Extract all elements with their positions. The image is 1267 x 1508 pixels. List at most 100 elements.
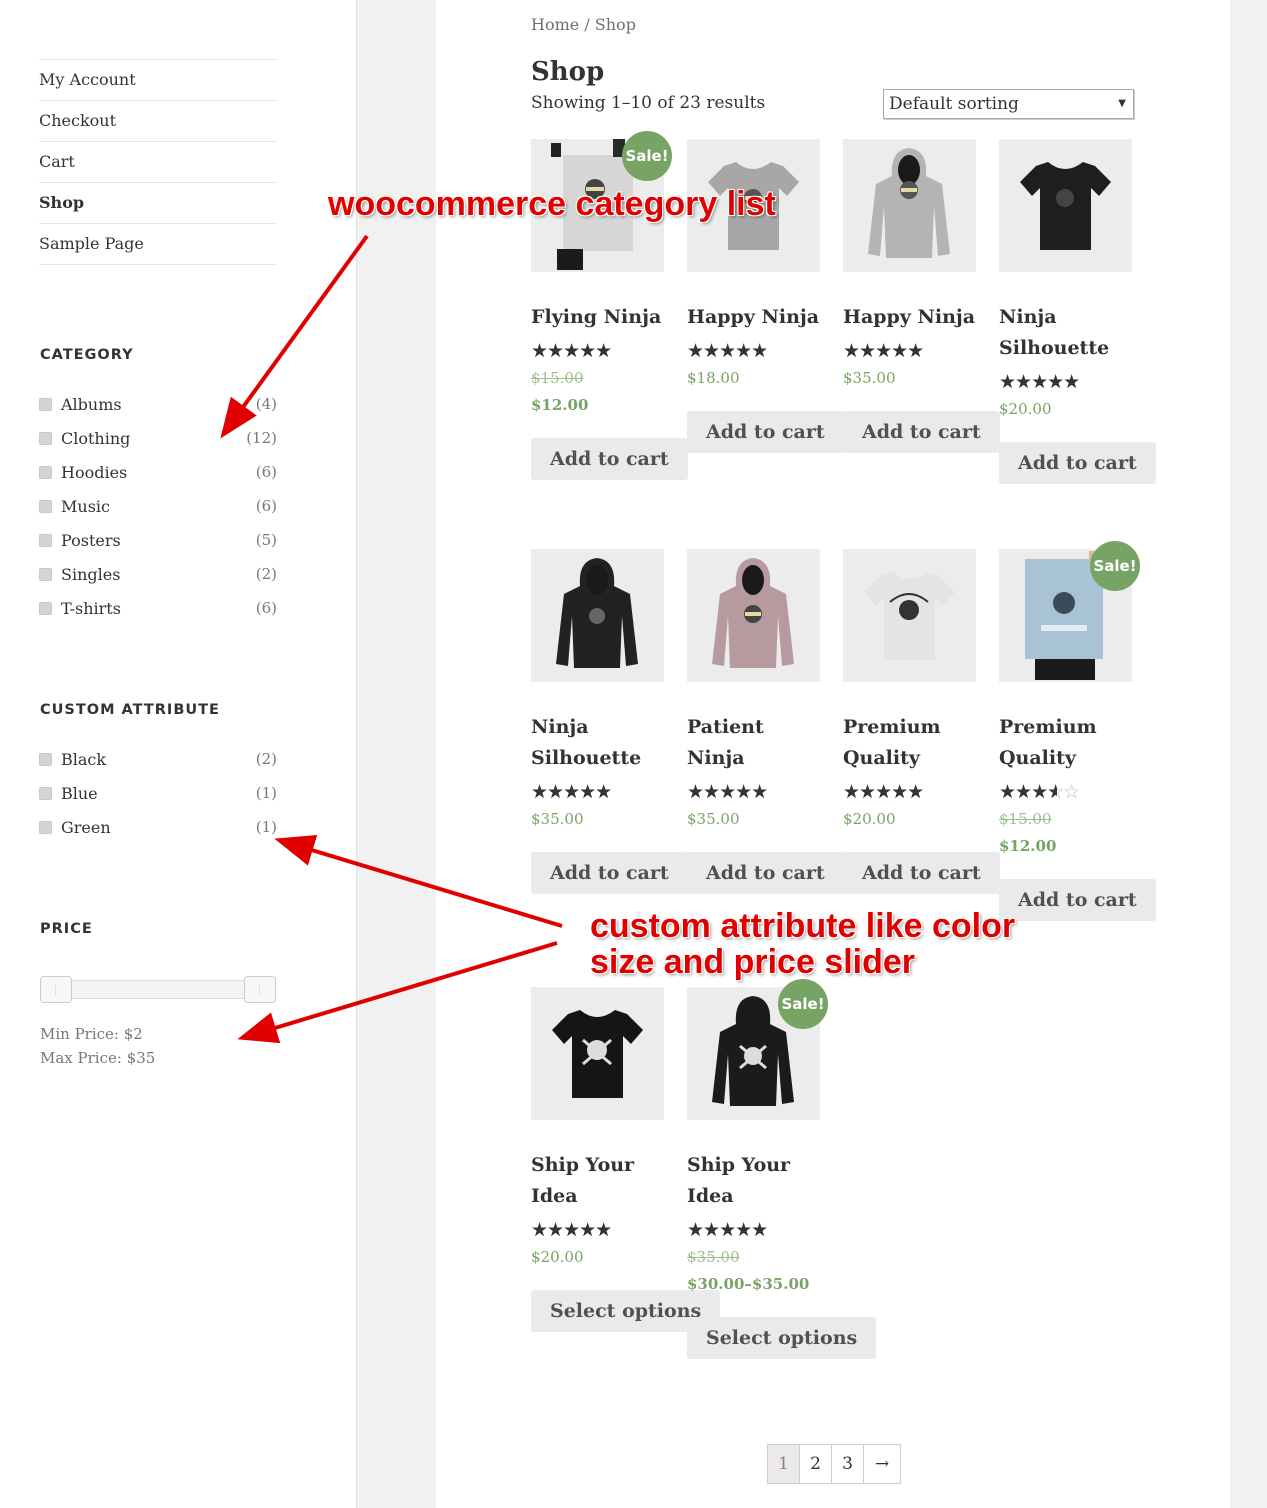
filter-count: (2) [255,565,277,583]
price: $20.00 [999,400,1052,418]
product-title[interactable]: Flying Ninja [531,302,671,333]
tshirt-skull-icon [550,1002,645,1106]
product-card: Sale! Premium Quality ☆☆☆☆☆★★★★★ $15.00 $12.… [999,541,1156,921]
star-rating-icon: ☆☆☆☆☆★★★★★ [999,781,1080,803]
product-price: $18.00 [687,369,833,388]
price-widget-title: PRICE [40,921,93,937]
filter-label: Green [61,817,111,837]
price-slider-min-handle[interactable] [40,976,72,1003]
checkbox-icon[interactable] [39,465,52,479]
category-item-music[interactable]: Music (6) [39,489,277,523]
sorting-select[interactable]: Default sorting ▼ [883,89,1134,119]
category-item-t-shirts[interactable]: T-shirts (6) [39,591,277,625]
breadcrumb[interactable]: Home / Shop [531,15,636,34]
custom_attribute-item-green[interactable]: Green (1) [39,810,277,844]
hoodie-grey-icon [862,146,957,265]
product-image[interactable] [843,549,976,682]
annotation-category: woocommerce category list [328,185,776,223]
hoodie-black-icon [550,556,645,675]
select-options-button[interactable]: Select options [687,1317,877,1359]
price: $35.00 [531,810,584,828]
category-item-hoodies[interactable]: Hoodies (6) [39,455,277,489]
filter-label: T-shirts [61,598,121,618]
old-price: $15.00 [531,369,584,387]
menu-item-checkout[interactable]: Checkout [39,101,277,142]
product-title[interactable]: Ninja Silhouette [531,712,671,774]
product-image[interactable] [687,549,820,682]
filter-label: Albums [61,394,122,414]
category-widget-title: CATEGORY [40,347,134,363]
category-item-singles[interactable]: Singles (2) [39,557,277,591]
menu-item-cart[interactable]: Cart [39,142,277,183]
product-title[interactable]: Premium Quality [843,712,983,774]
checkbox-icon[interactable] [39,752,52,766]
add-to-cart-button[interactable]: Add to cart [843,852,1000,894]
category-item-clothing[interactable]: Clothing (12) [39,421,277,455]
pagination: 1 2 3 → [767,1444,901,1484]
add-to-cart-button[interactable]: Add to cart [687,852,844,894]
product-price: $20.00 [843,810,989,829]
min-price-label: Min Price: $2 [40,1025,143,1043]
page-title: Shop [531,57,605,87]
product-image[interactable] [999,139,1132,272]
filter-count: (5) [255,531,277,549]
old-price: $15.00 [999,810,1052,828]
add-to-cart-button[interactable]: Add to cart [843,411,1000,453]
product-title[interactable]: Premium Quality [999,712,1139,774]
product-title[interactable]: Ship Your Idea [687,1150,827,1212]
category-list: Albums (4) Clothing (12) Hoodies (6) Music (6) P… [39,387,277,625]
product-price: $20.00 [531,1248,677,1267]
custom_attribute-item-black[interactable]: Black (2) [39,742,277,776]
product-title[interactable]: Patient Ninja [687,712,827,774]
checkbox-icon[interactable] [39,397,52,411]
product-price: $20.00 [999,400,1145,419]
sorting-select-value: Default sorting [889,94,1019,114]
product-card: Happy Ninja ☆☆☆☆☆ ★★★★★ $35.00 Add to cart [843,139,1000,453]
price-slider[interactable] [40,976,276,1003]
sidebar-menu: My Account Checkout Cart Shop Sample Pag… [39,59,277,265]
attribute-widget-title: CUSTOM ATTRIBUTE [40,702,220,718]
chevron-down-icon: ▼ [1118,98,1126,109]
checkbox-icon[interactable] [39,601,52,615]
menu-item-sample-page[interactable]: Sample Page [39,224,277,265]
star-rating-icon: ☆☆☆☆☆★★★★★ [687,781,768,803]
product-card: Ninja Silhouette ☆☆☆☆☆ ★★★★★ $20.00 Add to c… [999,139,1156,484]
add-to-cart-button[interactable]: Add to cart [531,438,688,480]
product-title[interactable]: Happy Ninja [687,302,827,333]
page-3[interactable]: 3 [832,1445,864,1483]
star-rating-icon: ☆☆☆☆☆★★★★★ [999,371,1080,393]
product-title[interactable]: Ship Your Idea [531,1150,671,1212]
product-price: $35.00 [843,369,989,388]
product-image[interactable] [531,987,664,1120]
menu-item-shop[interactable]: Shop [39,183,277,224]
checkbox-icon[interactable] [39,567,52,581]
category-item-posters[interactable]: Posters (5) [39,523,277,557]
add-to-cart-button[interactable]: Add to cart [531,852,688,894]
custom_attribute-item-blue[interactable]: Blue (1) [39,776,277,810]
add-to-cart-button[interactable]: Add to cart [999,879,1156,921]
checkbox-icon[interactable] [39,533,52,547]
product-image[interactable] [843,139,976,272]
checkbox-icon[interactable] [39,499,52,513]
product-image[interactable] [531,549,664,682]
main-content: Home / Shop Shop Showing 1–10 of 23 resu… [436,0,1230,1508]
price-slider-max-handle[interactable] [244,976,276,1003]
attribute-list: Black (2) Blue (1) Green (1) [39,742,277,844]
filter-label: Blue [61,783,98,803]
product-title[interactable]: Ninja Silhouette [999,302,1139,364]
checkbox-icon[interactable] [39,786,52,800]
page-2[interactable]: 2 [800,1445,832,1483]
next-page-arrow-icon[interactable]: → [864,1445,900,1483]
checkbox-icon[interactable] [39,431,52,445]
product-image[interactable]: Sale! [687,979,828,1120]
star-rating-icon: ☆☆☆☆☆★★★★★ [687,1219,768,1241]
add-to-cart-button[interactable]: Add to cart [687,411,844,453]
sale-price: $12.00 [999,837,1057,855]
menu-item-my-account[interactable]: My Account [39,60,277,101]
sale-price: $30.00–$35.00 [687,1275,810,1293]
add-to-cart-button[interactable]: Add to cart [999,442,1156,484]
product-image[interactable]: Sale! [999,541,1140,682]
product-title[interactable]: Happy Ninja [843,302,983,333]
category-item-albums[interactable]: Albums (4) [39,387,277,421]
checkbox-icon[interactable] [39,820,52,834]
